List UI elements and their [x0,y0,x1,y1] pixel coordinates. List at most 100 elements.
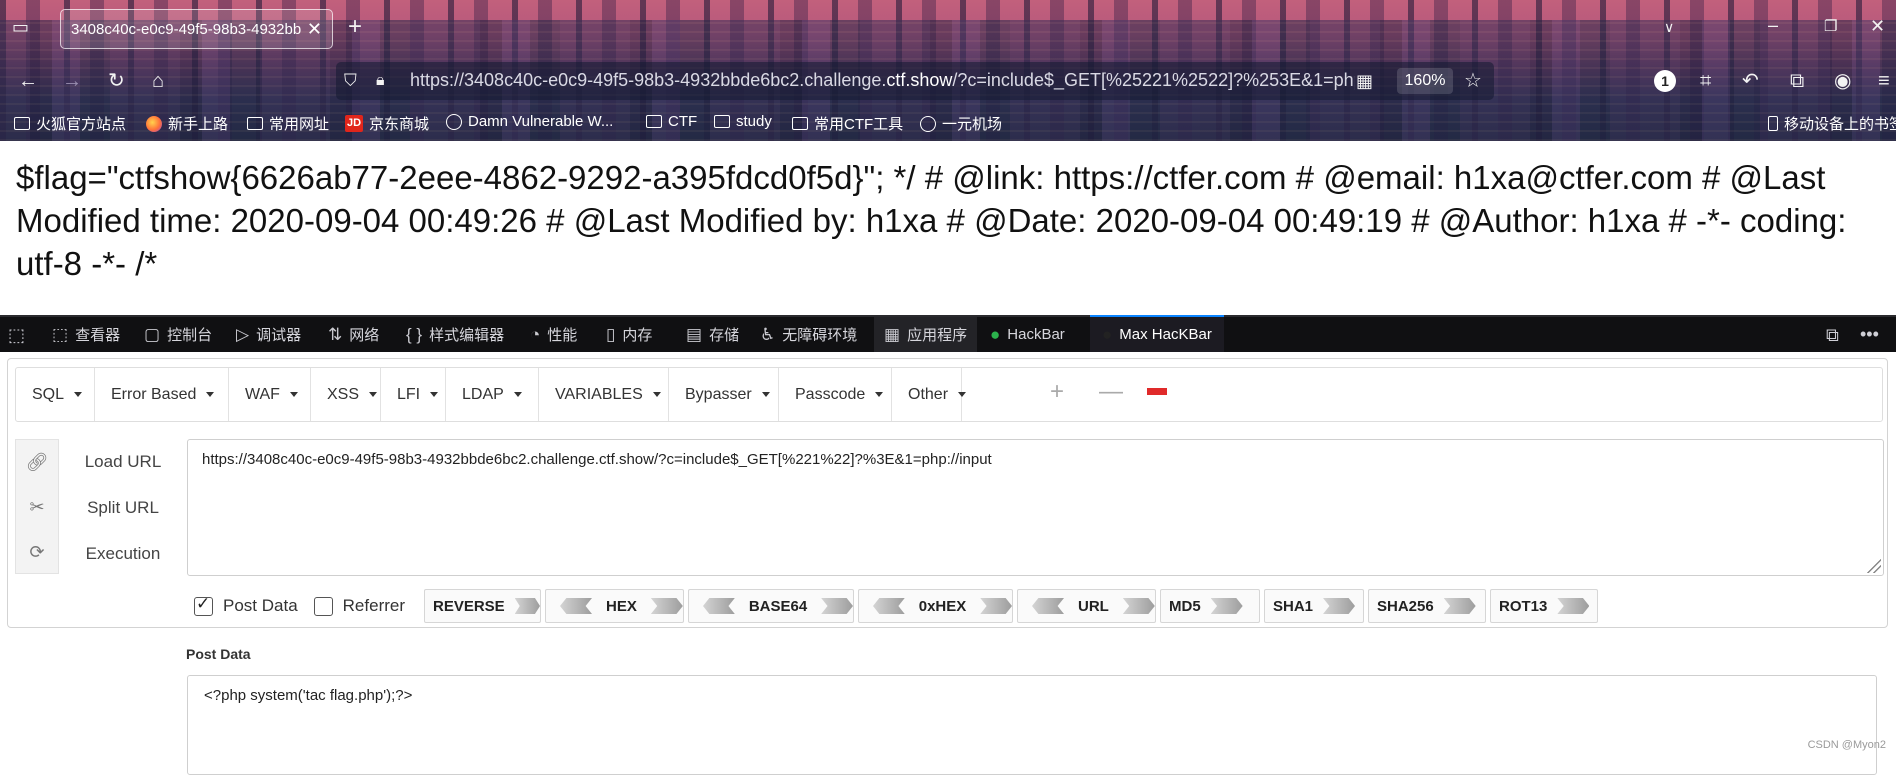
folder-icon [714,115,730,128]
chevron-left-icon [560,598,592,614]
menu-icon[interactable]: ≡ [1878,69,1890,93]
extension-badge[interactable]: 1 [1654,70,1676,92]
referrer-checkbox[interactable] [313,596,333,616]
reverse-button[interactable]: REVERSE [424,589,541,623]
bookmark-item[interactable]: 一元机场 [920,113,1002,134]
plus-icon[interactable]: + [1050,378,1064,406]
devtools-toolbar: ⬚ ⬚ 查看器 ▢ 控制台 ▷ 调试器 ⇅ 网络 { } 样式编辑器 ◔ 性能 ▯ 内存 ▤ 存… [0,315,1896,352]
tab-storage[interactable]: ▤ 存储 [686,317,739,352]
shield-icon[interactable]: ⛉ [344,69,357,93]
flag-icon[interactable] [1147,388,1167,402]
tab-max-hackbar[interactable]: ● Max HacKBar [1090,315,1224,352]
minus-icon[interactable]: — [1099,378,1123,406]
tab-performance[interactable]: ◔ 性能 [530,317,577,352]
menu-ldap[interactable]: LDAP [446,368,539,421]
refresh-icon[interactable]: ⟳ [16,530,58,575]
url-encode-button[interactable]: URL [1017,589,1156,623]
split-url-button[interactable]: Split URL [68,485,178,531]
browser-tab[interactable]: 3408c40c-e0c9-49f5-98b3-4932bbde6bc2.cha… [60,9,333,49]
home-icon[interactable]: ⌂ [152,69,164,93]
element-picker-icon[interactable]: ⬚ [8,323,25,347]
bookmark-item[interactable]: 新手上路 [146,113,228,134]
base64-button[interactable]: BASE64 [688,589,854,623]
dock-icon[interactable]: ⧉ [1826,323,1839,347]
zoom-level[interactable]: 160% [1397,68,1453,94]
forward-icon[interactable]: → [62,69,82,93]
tab-list-icon[interactable]: ▭ [12,15,29,39]
extensions-icon[interactable]: ⧉ [1790,69,1804,93]
maximize-icon[interactable]: ❐ [1824,15,1837,39]
tab-style-editor[interactable]: { } 样式编辑器 [406,317,504,352]
more-options-icon[interactable]: ••• [1860,322,1879,346]
bookmark-item[interactable]: study [714,113,772,130]
0xhex-button[interactable]: 0xHEX [858,589,1013,623]
memory-icon: ▯ [606,324,616,344]
menu-waf[interactable]: WAF [229,368,311,421]
rot13-button[interactable]: ROT13 [1490,589,1598,623]
hex-button[interactable]: HEX [545,589,684,623]
tab-inspector[interactable]: ⬚ 查看器 [52,317,120,352]
crop-icon[interactable]: ⌗ [1700,69,1711,93]
referrer-label: Referrer [342,596,406,615]
chevron-right-icon [1323,598,1356,614]
tab-debugger[interactable]: ▷ 调试器 [236,317,301,352]
bookmark-item[interactable]: 移动设备上的书签 [1768,113,1896,134]
bookmark-item[interactable]: 火狐官方站点 [14,113,126,134]
hackbar-menubar: SQL Error Based WAF XSS LFI LDAP VARIABL… [15,367,1883,422]
url-textarea[interactable]: https://3408c40c-e0c9-49f5-98b3-4932bbde… [187,439,1884,576]
close-window-icon[interactable]: ✕ [1870,14,1885,38]
url-text[interactable]: https://3408c40c-e0c9-49f5-98b3-4932bbde… [410,70,1355,91]
tab-hackbar[interactable]: ● HackBar [990,317,1065,352]
chevron-down-icon[interactable]: ∨ [1664,15,1674,39]
bookmark-item[interactable]: 常用网址 [247,113,329,134]
qr-code-icon[interactable]: ▦ [1356,69,1373,93]
caret-icon [652,392,661,397]
undo-icon[interactable]: ↶ [1742,69,1759,93]
link-icon[interactable]: 🔗︎ [16,440,58,485]
menu-variables[interactable]: VARIABLES [539,368,669,421]
load-url-button[interactable]: Load URL [68,439,178,485]
bookmark-item[interactable]: Damn Vulnerable W... [446,113,613,130]
tab-accessibility[interactable]: ♿︎ 无障碍环境 [760,317,857,352]
bookmark-item[interactable]: 常用CTF工具 [792,113,903,134]
hackbar-icon: ● [990,324,1001,344]
watermark: CSDN @Myon⁠2 [1807,739,1886,751]
post-data-checkbox[interactable] [194,594,213,616]
menu-xss[interactable]: XSS [311,368,381,421]
sha1-button[interactable]: SHA1 [1264,589,1364,623]
debugger-icon: ▷ [236,324,250,344]
address-bar[interactable]: ⛉ 🔒︎ https://3408c40c-e0c9-49f5-98b3-493… [336,62,1494,100]
menu-lfi[interactable]: LFI [381,368,446,421]
tab-application[interactable]: ▦ 应用程序 [874,317,978,352]
menu-bypasser[interactable]: Bypasser [669,368,779,421]
tab-console[interactable]: ▢ 控制台 [144,317,212,352]
tab-network[interactable]: ⇅ 网络 [328,317,379,352]
minimize-icon[interactable]: – [1768,13,1778,37]
star-icon[interactable]: ☆ [1464,69,1482,93]
new-tab-icon[interactable]: + [348,15,362,39]
request-options: Post Data Referrer [194,589,421,623]
menu-sql[interactable]: SQL [16,368,95,421]
menu-error-based[interactable]: Error Based [95,368,229,421]
bookmark-item[interactable]: CTF [646,113,697,130]
tab-memory[interactable]: ▯ 内存 [606,317,652,352]
sha256-button[interactable]: SHA256 [1368,589,1486,623]
bookmark-item[interactable]: JD 京东商城 [345,113,429,134]
caret-icon [513,392,522,397]
profile-icon[interactable]: ◉ [1834,69,1851,93]
execution-button[interactable]: Execution [68,531,178,577]
post-data-textarea[interactable]: <?php system('tac flag.php');?> [187,675,1877,775]
chevron-right-icon [1443,598,1476,614]
back-icon[interactable]: ← [18,69,38,93]
menu-other[interactable]: Other [892,368,967,421]
close-icon[interactable]: ✕ [307,19,322,40]
storage-icon: ▤ [686,324,703,344]
scissors-icon[interactable]: ✂ [16,485,58,530]
reload-icon[interactable]: ↻ [108,69,125,93]
resize-handle[interactable] [1867,559,1881,573]
md5-button[interactable]: MD5 [1160,589,1260,623]
caret-icon [289,392,298,397]
menu-passcode[interactable]: Passcode [779,368,892,421]
mobile-icon [1768,116,1778,131]
caret-icon [761,392,770,397]
